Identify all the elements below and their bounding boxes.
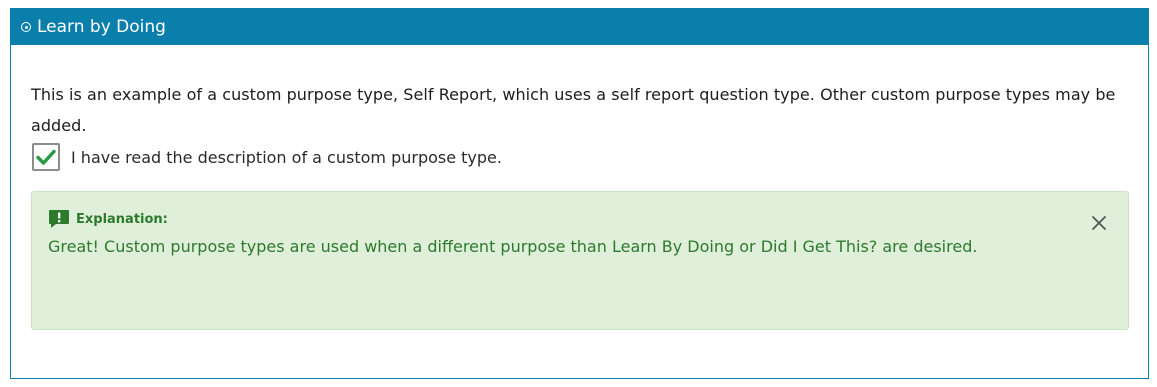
learn-by-doing-panel: Learn by Doing This is an example of a c… <box>10 8 1149 379</box>
alert-comment-icon <box>49 210 69 228</box>
self-report-checkbox-row: I have read the description of a custom … <box>31 143 1128 171</box>
panel-title: Learn by Doing <box>37 17 166 37</box>
feedback-text: Great! Custom purpose types are used whe… <box>48 237 978 256</box>
panel-body: This is an example of a custom purpose t… <box>11 45 1148 330</box>
explanation-feedback: Explanation: Great! Custom purpose types… <box>31 191 1129 330</box>
question-description: This is an example of a custom purpose t… <box>31 85 1116 135</box>
feedback-header: Explanation: <box>48 209 1112 229</box>
panel-header: Learn by Doing <box>11 9 1148 45</box>
close-icon[interactable] <box>1090 214 1108 232</box>
target-icon <box>21 22 31 32</box>
feedback-title: Explanation: <box>76 211 168 227</box>
self-report-checkbox[interactable] <box>32 143 60 171</box>
checkbox-label[interactable]: I have read the description of a custom … <box>71 148 502 167</box>
checkmark-icon <box>36 149 56 165</box>
